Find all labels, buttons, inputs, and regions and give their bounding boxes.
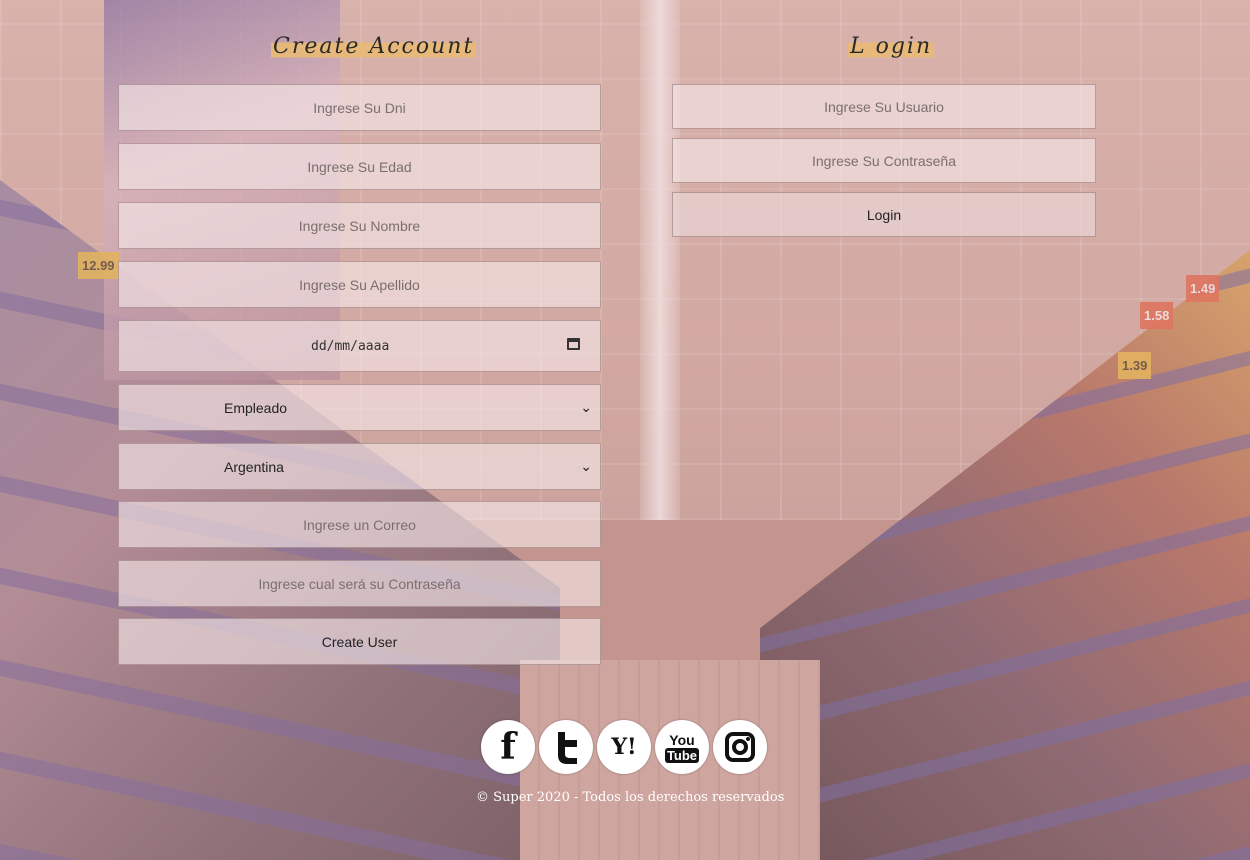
birthdate-input[interactable]: dd/mm/aaaa [118, 320, 601, 372]
youtube-icon[interactable]: You Tube [655, 720, 709, 774]
country-selected-value: Argentina [224, 458, 284, 475]
email-input[interactable]: Ingrese un Correo [118, 501, 601, 548]
chevron-down-icon: ⌄ [580, 458, 592, 474]
login-button[interactable]: Login [672, 192, 1096, 237]
date-placeholder: dd/mm/aaaa [311, 338, 390, 354]
nombre-input[interactable]: Ingrese Su Nombre [118, 202, 601, 249]
copyright-footer: © Super 2020 - Todos los derechos reserv… [476, 790, 785, 805]
login-title: L ogin [848, 32, 935, 62]
facebook-icon[interactable]: f [481, 720, 535, 774]
dni-input[interactable]: Ingrese Su Dni [118, 84, 601, 131]
new-password-input[interactable]: Ingrese cual será su Contraseña [118, 560, 601, 607]
twitter-icon[interactable] [539, 720, 593, 774]
edad-input[interactable]: Ingrese Su Edad [118, 143, 601, 190]
create-user-button[interactable]: Create User [118, 618, 601, 665]
twitter-glyph [558, 732, 577, 764]
chevron-down-icon: ⌄ [580, 399, 592, 415]
yahoo-icon[interactable]: Y! [597, 720, 651, 774]
apellido-input[interactable]: Ingrese Su Apellido [118, 261, 601, 308]
role-selected-value: Empleado [224, 399, 288, 416]
instagram-glyph [725, 732, 755, 762]
username-input[interactable]: Ingrese Su Usuario [672, 84, 1096, 129]
role-select[interactable]: Empleado ⌄ [118, 384, 601, 431]
password-input[interactable]: Ingrese Su Contraseña [672, 138, 1096, 183]
calendar-icon[interactable] [567, 338, 580, 350]
instagram-icon[interactable] [713, 720, 767, 774]
country-select[interactable]: Argentina ⌄ [118, 443, 601, 490]
create-account-title: Create Account [271, 32, 477, 62]
